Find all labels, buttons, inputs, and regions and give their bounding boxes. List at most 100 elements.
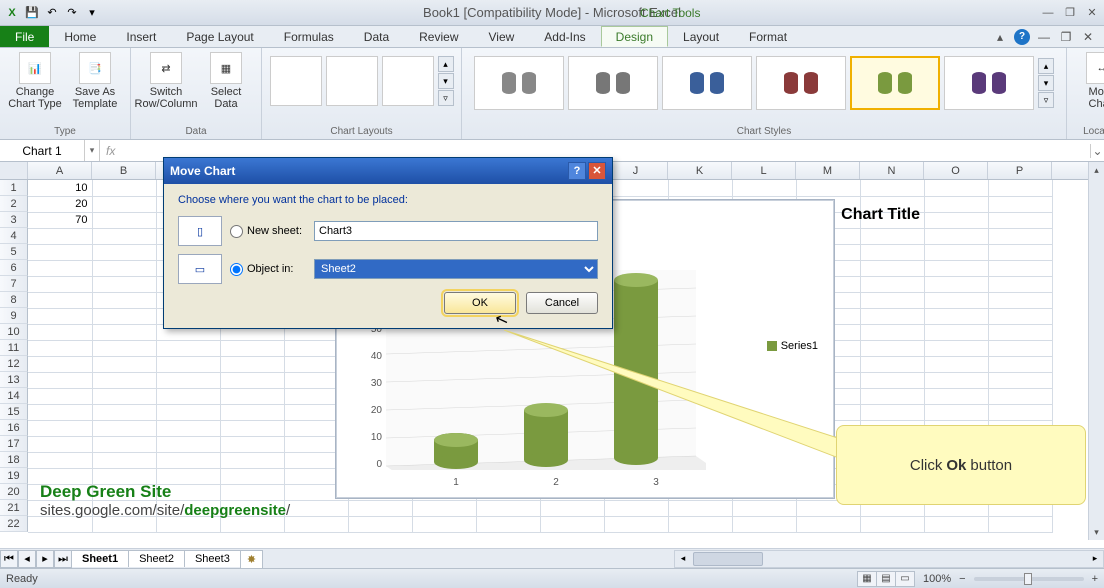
dialog-close-icon[interactable]: ✕ [588,162,606,180]
row-16[interactable]: 16 [0,420,28,436]
new-sheet-input[interactable] [314,221,598,241]
col-M[interactable]: M [796,162,860,179]
style-scroll-down[interactable]: ▾ [1038,75,1054,91]
view-normal-icon[interactable]: ▦ [857,571,877,587]
help-icon[interactable]: ? [1014,29,1030,45]
row-14[interactable]: 14 [0,388,28,404]
sheet-tab-3[interactable]: Sheet3 [184,550,241,567]
row-15[interactable]: 15 [0,404,28,420]
chart-layout-2[interactable] [326,56,378,106]
restore-button[interactable]: ❐ [1062,6,1078,20]
sheet-nav-first-icon[interactable]: ⏮ [0,550,18,568]
col-L[interactable]: L [732,162,796,179]
object-in-radio[interactable]: Object in: [230,263,306,276]
tab-design[interactable]: Design [601,26,668,47]
row-17[interactable]: 17 [0,436,28,452]
scroll-up-icon[interactable]: ▴ [1089,162,1104,178]
view-page-break-icon[interactable]: ▭ [895,571,915,587]
tab-insert[interactable]: Insert [111,26,171,47]
close-button[interactable]: ✕ [1084,6,1100,20]
horizontal-scrollbar[interactable]: ◂ ▸ [674,550,1104,568]
fx-icon[interactable]: fx [100,144,121,158]
object-in-select[interactable]: Sheet2 [314,259,598,279]
col-J[interactable]: J [604,162,668,179]
col-A[interactable]: A [28,162,92,179]
tab-addins[interactable]: Add-Ins [529,26,600,47]
name-box-input[interactable] [0,140,84,161]
row-2[interactable]: 2 [0,196,28,212]
row-20[interactable]: 20 [0,484,28,500]
style-more[interactable]: ▿ [1038,92,1054,108]
scroll-down-icon[interactable]: ▾ [1089,524,1104,540]
col-P[interactable]: P [988,162,1052,179]
formula-bar-expand-icon[interactable]: ⌄ [1090,144,1104,158]
select-all-corner[interactable] [0,162,28,179]
dialog-titlebar[interactable]: Move Chart ? ✕ [164,158,612,184]
chart-layout-3[interactable] [382,56,434,106]
tab-formulas[interactable]: Formulas [269,26,349,47]
zoom-slider[interactable] [974,577,1084,581]
qat-dropdown-icon[interactable]: ▾ [84,5,100,21]
chart-style-1[interactable] [474,56,564,110]
row-11[interactable]: 11 [0,340,28,356]
cancel-button[interactable]: Cancel [526,292,598,314]
layout-scroll-down[interactable]: ▾ [438,73,454,89]
col-B[interactable]: B [92,162,156,179]
col-O[interactable]: O [924,162,988,179]
name-box-dropdown-icon[interactable]: ▾ [84,140,99,161]
vertical-scrollbar[interactable]: ▴ ▾ [1088,162,1104,540]
tab-data[interactable]: Data [349,26,404,47]
row-3[interactable]: 3 [0,212,28,228]
chart-styles-gallery[interactable]: ▴▾▿ [470,52,1058,114]
minimize-ribbon-icon[interactable]: ▴ [992,29,1008,45]
doc-minimize-icon[interactable]: — [1036,29,1052,45]
zoom-in-icon[interactable]: + [1092,573,1098,585]
hscroll-left-icon[interactable]: ◂ [675,553,691,564]
save-as-template-button[interactable]: 📑Save As Template [68,52,122,110]
chart-layouts-gallery[interactable]: ▴▾▿ [266,52,458,110]
doc-restore-icon[interactable]: ❐ [1058,29,1074,45]
chart-style-2[interactable] [568,56,658,110]
chart-style-6[interactable] [944,56,1034,110]
row-8[interactable]: 8 [0,292,28,308]
sheet-tab-1[interactable]: Sheet1 [71,550,129,567]
row-12[interactable]: 12 [0,356,28,372]
chart-layout-1[interactable] [270,56,322,106]
switch-row-column-button[interactable]: ⇄Switch Row/Column [139,52,193,110]
layout-more[interactable]: ▿ [438,90,454,106]
move-chart-button[interactable]: ↔Move Chart [1075,52,1104,110]
row-4[interactable]: 4 [0,228,28,244]
select-data-button[interactable]: ▦Select Data [199,52,253,110]
hscroll-right-icon[interactable]: ▸ [1087,553,1103,564]
chart-style-4[interactable] [756,56,846,110]
style-scroll-up[interactable]: ▴ [1038,58,1054,74]
layout-scroll-up[interactable]: ▴ [438,56,454,72]
new-sheet-radio[interactable]: New sheet: [230,225,306,238]
tab-page-layout[interactable]: Page Layout [171,26,268,47]
tab-file[interactable]: File [0,26,49,47]
row-13[interactable]: 13 [0,372,28,388]
undo-icon[interactable]: ↶ [44,5,60,21]
tab-layout[interactable]: Layout [668,26,734,47]
row-19[interactable]: 19 [0,468,28,484]
doc-close-icon[interactable]: ✕ [1080,29,1096,45]
redo-icon[interactable]: ↷ [64,5,80,21]
save-icon[interactable]: 💾 [24,5,40,21]
row-1[interactable]: 1 [0,180,28,196]
change-chart-type-button[interactable]: 📊Change Chart Type [8,52,62,110]
row-9[interactable]: 9 [0,308,28,324]
tab-view[interactable]: View [474,26,530,47]
zoom-knob[interactable] [1024,573,1032,585]
minimize-button[interactable]: — [1040,6,1056,20]
tab-format[interactable]: Format [734,26,802,47]
view-page-layout-icon[interactable]: ▤ [876,571,896,587]
name-box[interactable]: ▾ [0,140,100,161]
sheet-tab-2[interactable]: Sheet2 [128,550,185,567]
dialog-help-icon[interactable]: ? [568,162,586,180]
row-18[interactable]: 18 [0,452,28,468]
sheet-nav-prev-icon[interactable]: ◂ [18,550,36,568]
zoom-out-icon[interactable]: − [959,573,965,585]
row-10[interactable]: 10 [0,324,28,340]
col-N[interactable]: N [860,162,924,179]
tab-review[interactable]: Review [404,26,473,47]
